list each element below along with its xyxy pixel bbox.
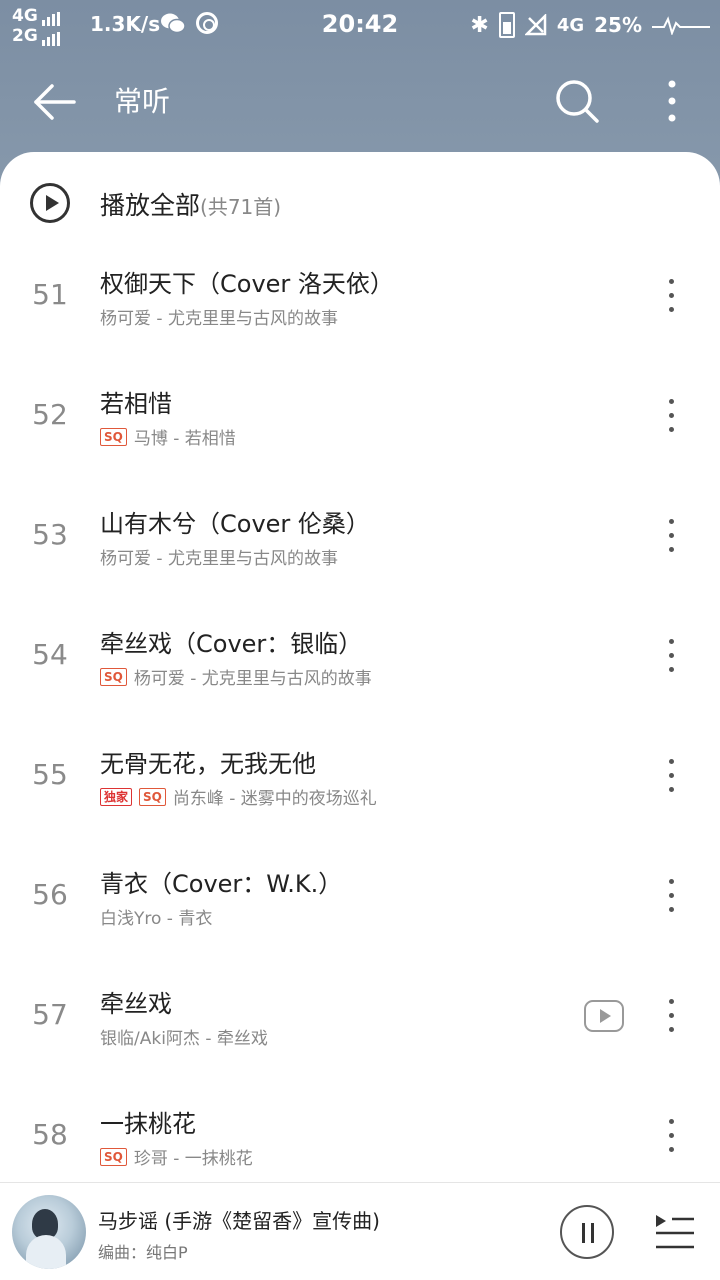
mini-player[interactable]: 马步谣 (手游《楚留香》宣传曲) 编曲：纯白P (0, 1182, 720, 1280)
song-title: 牵丝戏（Cover：银临） (100, 630, 363, 658)
song-title: 牵丝戏 (100, 990, 172, 1018)
song-more-icon[interactable] (656, 636, 686, 676)
artist-album-text: 杨可爱 - 尤克里里与古风的故事 (100, 309, 338, 329)
play-all-text: 播放全部 (100, 191, 201, 220)
song-row[interactable]: 51 权御天下（Cover 洛天依） 杨可爱 - 尤克里里与古风的故事 (0, 252, 720, 372)
song-row[interactable]: 53 山有木兮（Cover 伦桑） 杨可爱 - 尤克里里与古风的故事 (0, 492, 720, 612)
network-type-top: 4G (12, 6, 38, 26)
song-number: 57 (32, 998, 68, 1031)
page-title: 常听 (114, 85, 171, 118)
song-more-icon[interactable] (656, 276, 686, 316)
song-artist-album: 杨可爱 - 尤克里里与古风的故事 (100, 544, 338, 569)
song-artist-album: 白浅Yro - 青衣 (100, 904, 212, 929)
sq-badge: SQ (100, 667, 127, 686)
heart-rate-icon (652, 16, 710, 35)
song-more-icon[interactable] (656, 876, 686, 916)
status-icons-right: ✱ 4G 25% (470, 8, 710, 42)
status-bar: 4G 2G 1.3K/s 20:42 ✱ 4G 25% (0, 0, 720, 50)
signal-bars-icon (41, 6, 62, 26)
song-row[interactable]: 54 牵丝戏（Cover：银临） SQ 杨可爱 - 尤克里里与古风的故事 (0, 612, 720, 732)
now-playing-subtitle: 编曲：纯白P (98, 1243, 188, 1262)
song-artist-album: 独家 SQ 尚东峰 - 迷雾中的夜场巡礼 (100, 784, 377, 809)
song-number: 55 (32, 758, 68, 791)
back-arrow-icon[interactable] (28, 76, 80, 128)
netease-music-icon (196, 12, 218, 34)
more-options-icon[interactable] (650, 76, 694, 126)
sq-badge: SQ (100, 1147, 127, 1166)
song-more-icon[interactable] (656, 1116, 686, 1156)
network-type-bottom: 2G (12, 26, 38, 46)
mv-play-icon[interactable] (584, 1000, 624, 1032)
artist-album-text: 珍哥 - 一抹桃花 (133, 1149, 253, 1169)
network-speed: 1.3K/s (90, 12, 161, 36)
artist-album-text: 杨可爱 - 尤克里里与古风的故事 (100, 549, 338, 569)
song-artist-album: SQ 珍哥 - 一抹桃花 (100, 1144, 253, 1169)
song-row[interactable]: 56 青衣（Cover：W.K.） 白浅Yro - 青衣 (0, 852, 720, 972)
network-type-right: 4G (556, 14, 585, 36)
pause-icon[interactable] (560, 1205, 614, 1259)
song-more-icon[interactable] (656, 996, 686, 1036)
album-art[interactable] (12, 1195, 86, 1269)
artist-album-text: 杨可爱 - 尤克里里与古风的故事 (133, 669, 372, 689)
battery-percent: 25% (594, 13, 642, 37)
sq-badge: SQ (100, 427, 127, 446)
song-more-icon[interactable] (656, 396, 686, 436)
song-row[interactable]: 55 无骨无花，无我无他 独家 SQ 尚东峰 - 迷雾中的夜场巡礼 (0, 732, 720, 852)
artist-album-text: 马博 - 若相惜 (133, 429, 236, 449)
battery-saver-icon (498, 12, 515, 38)
song-row[interactable]: 57 牵丝戏 银临/Aki阿杰 - 牵丝戏 (0, 972, 720, 1092)
song-number: 58 (32, 1118, 68, 1151)
song-title: 若相惜 (100, 390, 172, 418)
sq-badge: SQ (139, 787, 166, 806)
exclusive-badge: 独家 (100, 787, 133, 806)
search-icon[interactable] (554, 78, 600, 124)
song-title: 山有木兮（Cover 伦桑） (100, 510, 370, 538)
artist-album-text: 银临/Aki阿杰 - 牵丝戏 (100, 1029, 268, 1049)
mute-icon (524, 14, 547, 36)
bluetooth-icon: ✱ (470, 12, 489, 38)
play-all-label[interactable]: 播放全部(共71首) (100, 186, 281, 222)
signal-bars-icon (41, 26, 62, 46)
song-title: 权御天下（Cover 洛天依） (100, 270, 394, 298)
song-title: 无骨无花，无我无他 (100, 750, 316, 778)
network-indicator: 4G 2G (12, 6, 62, 46)
play-circle-icon[interactable] (30, 183, 70, 223)
song-list-sheet: 播放全部(共71首) 51 权御天下（Cover 洛天依） 杨可爱 - 尤克里里… (0, 152, 720, 1280)
song-row[interactable]: 52 若相惜 SQ 马博 - 若相惜 (0, 372, 720, 492)
song-count: (共71首) (200, 195, 282, 219)
song-number: 52 (32, 398, 68, 431)
song-more-icon[interactable] (656, 756, 686, 796)
artist-album-text: 尚东峰 - 迷雾中的夜场巡礼 (172, 789, 377, 809)
artist-album-text: 白浅Yro - 青衣 (100, 909, 213, 929)
song-title: 青衣（Cover：W.K.） (100, 870, 343, 898)
song-number: 54 (32, 638, 68, 671)
song-title: 一抹桃花 (100, 1110, 196, 1138)
song-number: 51 (32, 278, 68, 311)
playlist-icon[interactable] (652, 1211, 696, 1251)
clock: 20:42 (321, 10, 399, 38)
song-artist-album: SQ 杨可爱 - 尤克里里与古风的故事 (100, 664, 372, 689)
song-more-icon[interactable] (656, 516, 686, 556)
song-artist-album: 银临/Aki阿杰 - 牵丝戏 (100, 1024, 268, 1049)
app-bar: 常听 (0, 56, 720, 146)
song-number: 56 (32, 878, 68, 911)
song-artist-album: SQ 马博 - 若相惜 (100, 424, 236, 449)
song-artist-album: 杨可爱 - 尤克里里与古风的故事 (100, 304, 338, 329)
wechat-icon (161, 13, 186, 34)
song-number: 53 (32, 518, 68, 551)
play-all-row[interactable]: 播放全部(共71首) (0, 152, 720, 252)
now-playing-title: 马步谣 (手游《楚留香》宣传曲) (98, 1209, 380, 1233)
